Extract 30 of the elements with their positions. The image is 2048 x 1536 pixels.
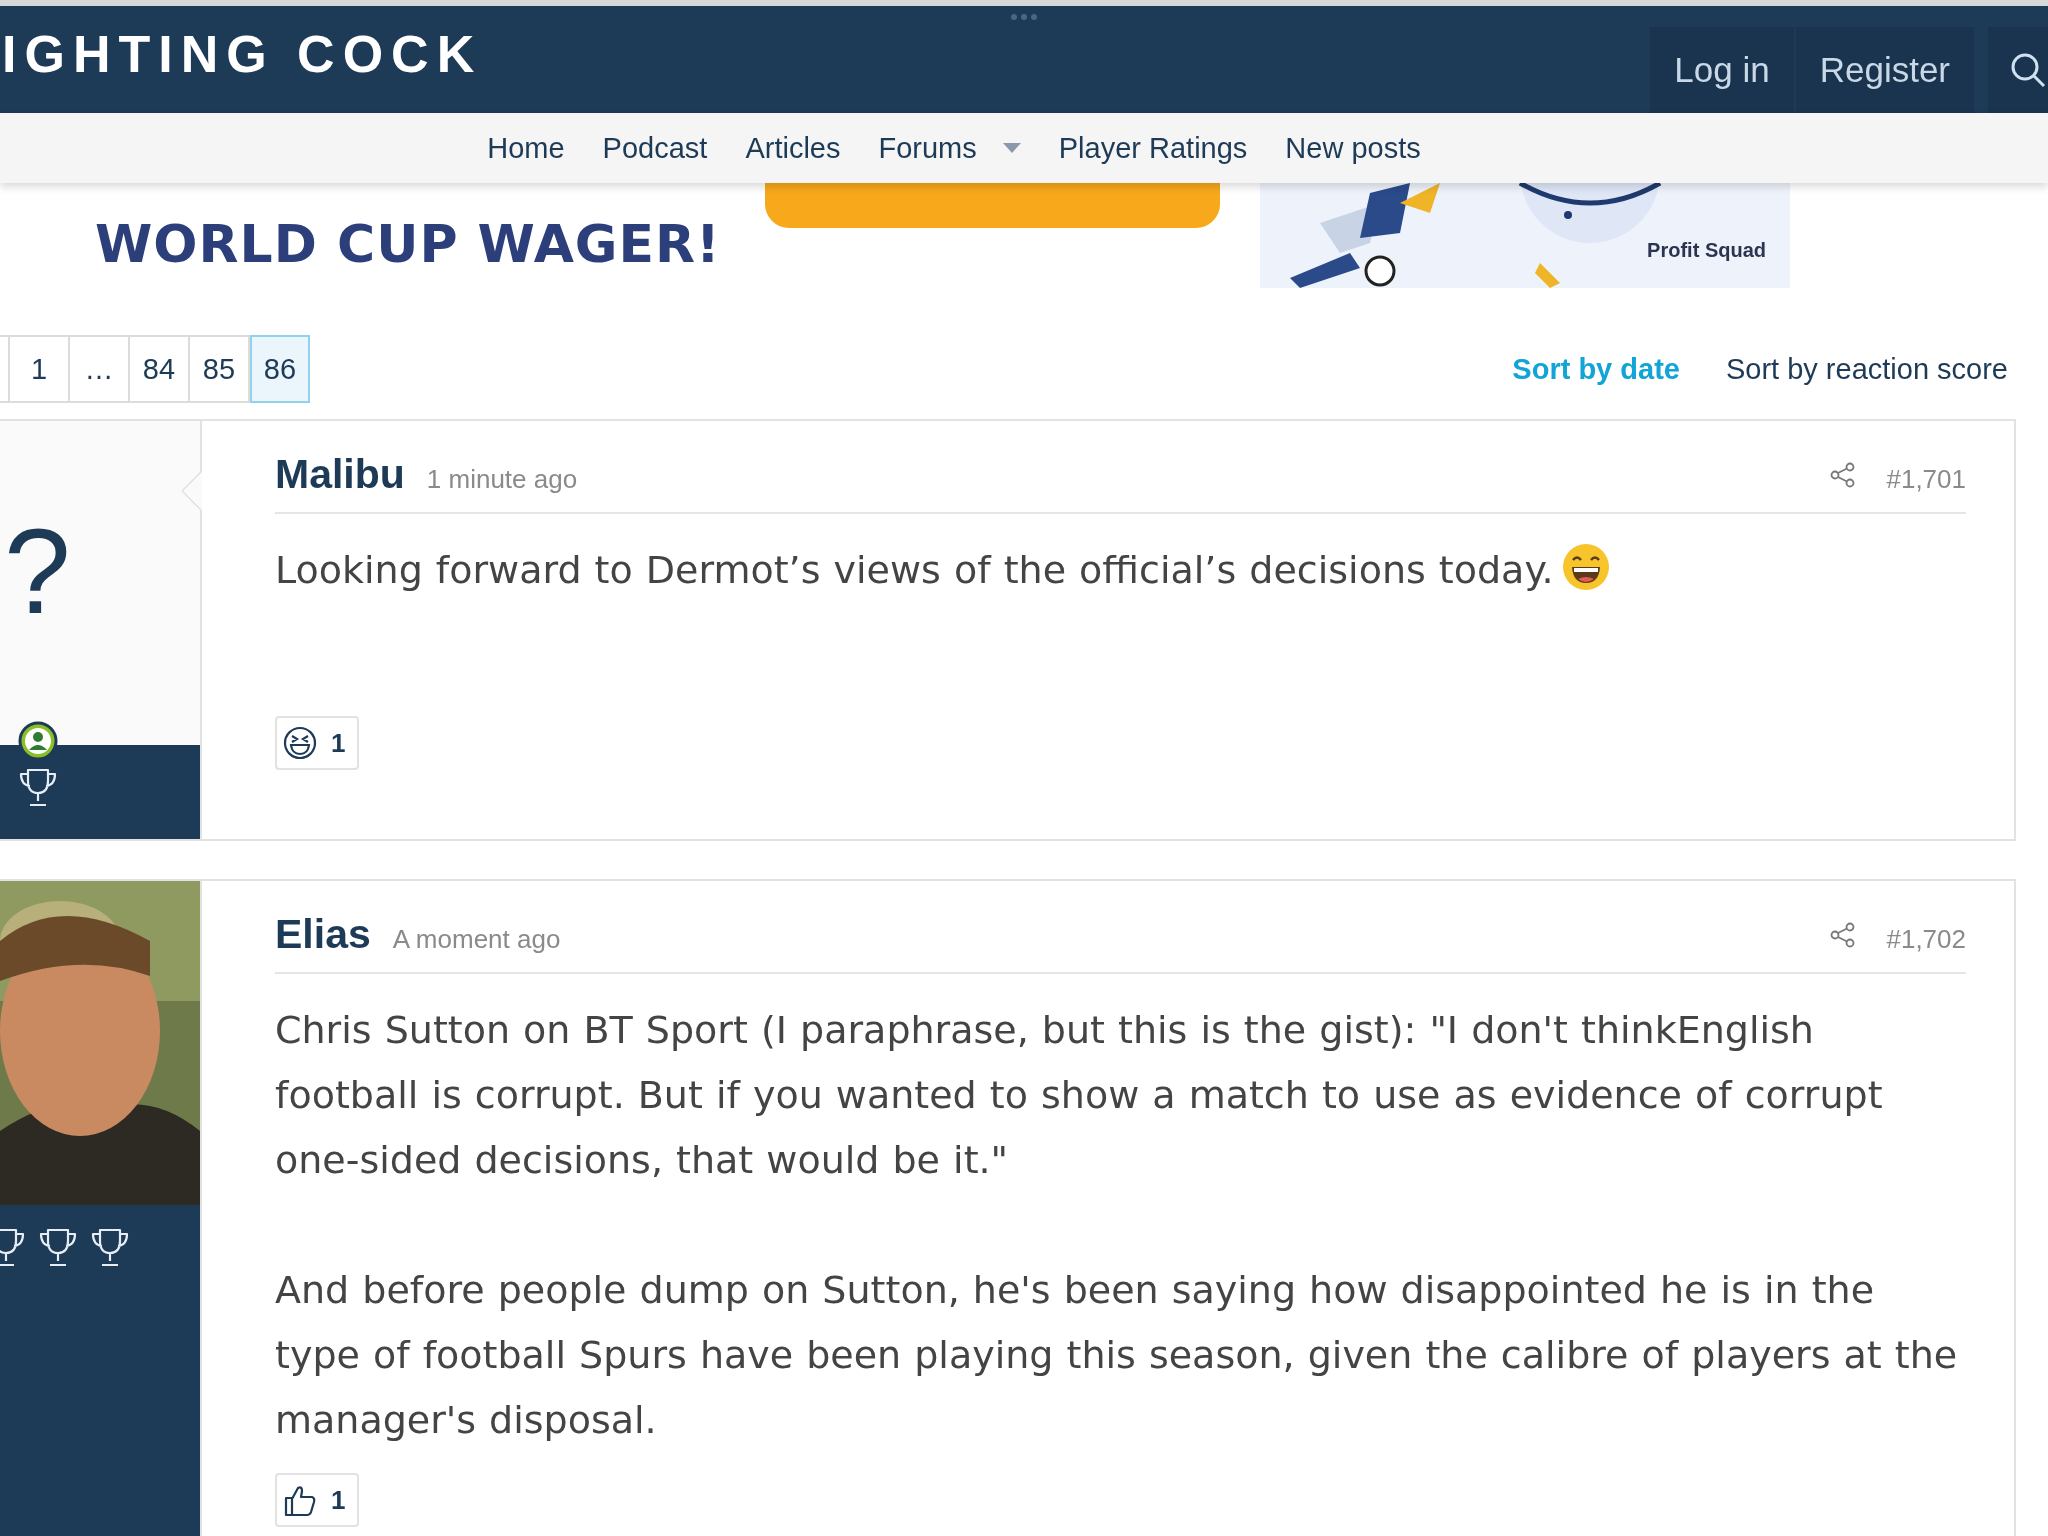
site-title[interactable]: IGHTING COCK [2, 23, 483, 84]
author-name[interactable]: Malibu [275, 451, 405, 498]
post-text: Looking forward to Dermot’s views of the official’s decisions today. [275, 548, 1554, 592]
account-link[interactable]: Log in [1650, 27, 1794, 113]
trophy-icon[interactable] [18, 767, 58, 809]
ad-headline[interactable]: WORLD CUP WAGER! [95, 214, 721, 274]
nav-link[interactable]: Home [487, 131, 565, 165]
page-button[interactable]: 86 [250, 335, 310, 403]
search-button[interactable] [1988, 27, 2048, 113]
laughing-face-icon [283, 726, 317, 760]
share-icon[interactable] [1830, 921, 1857, 948]
post-text: Chris Sutton on BT Sport (I paraphrase, but this is the gist): "I don't thinkEnglish football is corrupt. But if you wanted to show a match to use as evidence of corrupt one-sided decisions, that would be it." [275, 1008, 1883, 1182]
page-button[interactable]: 84 [130, 335, 190, 403]
nav-link[interactable]: Forums [878, 131, 1021, 165]
nav-link[interactable]: Player Ratings [1058, 131, 1248, 165]
reaction-button[interactable]: 1 [275, 1473, 360, 1527]
sort-tab[interactable]: Sort by reaction score [1725, 352, 2008, 386]
reaction-button[interactable]: 1 [275, 716, 360, 770]
share-icon[interactable] [1830, 461, 1857, 488]
thumbs-up-icon [283, 1483, 317, 1517]
trophy-icon[interactable] [90, 1227, 130, 1269]
page-button[interactable]: 1 [10, 335, 70, 403]
nav-link[interactable]: Podcast [602, 131, 708, 165]
nav-link[interactable]: New posts [1285, 131, 1421, 165]
trophy-icon[interactable] [38, 1227, 78, 1269]
post-text: And before people dump on Sutton, he's been saying how disappointed he is in the type of football Spurs have been playing this season, given the calibre of players at the manager's disposal. [275, 1268, 1958, 1442]
page-button[interactable]: … [70, 335, 130, 403]
avatar-placeholder[interactable]: ? [4, 511, 71, 631]
author-name[interactable]: Elias [275, 911, 371, 958]
nav-link[interactable]: Articles [745, 131, 841, 165]
